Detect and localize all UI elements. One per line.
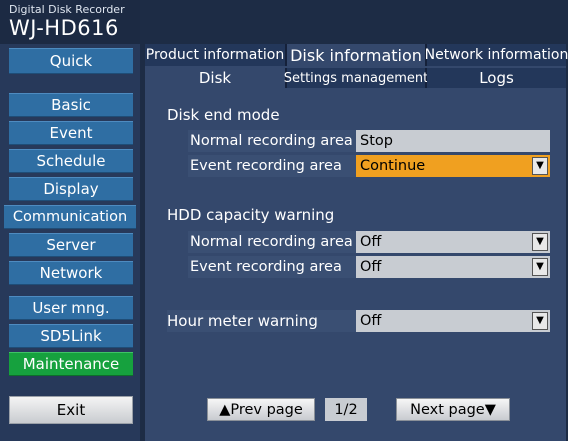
hour-meter-label: Hour meter warning <box>167 310 356 332</box>
nav-communication-button[interactable]: Communication <box>4 205 136 229</box>
hour-meter-select[interactable]: Off ▼ <box>356 310 550 332</box>
tab-logs[interactable]: Logs <box>427 68 566 88</box>
disk-end-event-label: Event recording area <box>188 155 356 177</box>
left-sidebar: Digital Disk Recorder WJ-HD616 Quick Bas… <box>0 0 140 441</box>
hdd-normal-row: Normal recording area Off ▼ <box>188 231 550 253</box>
nav-event-button[interactable]: Event <box>9 121 133 145</box>
nav-network-button[interactable]: Network <box>9 261 133 285</box>
nav-quick-button[interactable]: Quick <box>9 48 133 74</box>
nav-sd5link-button[interactable]: SD5Link <box>9 324 133 348</box>
dropdown-arrow-icon[interactable]: ▼ <box>532 312 548 330</box>
nav-maintenance-button[interactable]: Maintenance <box>9 352 133 376</box>
main-panel: Product information Disk information Net… <box>145 44 568 441</box>
hdd-warning-heading: HDD capacity warning <box>167 206 335 224</box>
tab-disk-information[interactable]: Disk information <box>287 44 427 66</box>
prev-page-button[interactable]: ▲Prev page <box>207 398 315 421</box>
hdd-event-value: Off <box>360 259 382 275</box>
tab-settings-management[interactable]: Settings management <box>284 68 428 88</box>
tab-disk[interactable]: Disk <box>145 68 287 88</box>
hour-meter-value: Off <box>360 313 382 329</box>
hdd-event-row: Event recording area Off ▼ <box>188 256 550 278</box>
next-page-button[interactable]: Next page▼ <box>396 398 510 421</box>
tab-product-information[interactable]: Product information <box>145 44 287 66</box>
disk-end-normal-value: Stop <box>356 130 550 152</box>
hdd-event-select[interactable]: Off ▼ <box>356 256 550 278</box>
brand-subtitle: Digital Disk Recorder <box>9 3 125 16</box>
hdd-normal-value: Off <box>360 234 382 250</box>
dropdown-arrow-icon[interactable]: ▼ <box>532 157 548 175</box>
disk-end-event-row: Event recording area Continue ▼ <box>188 155 550 177</box>
disk-end-event-select[interactable]: Continue ▼ <box>356 155 550 177</box>
dropdown-arrow-icon[interactable]: ▼ <box>532 233 548 251</box>
disk-end-mode-heading: Disk end mode <box>167 106 280 124</box>
disk-end-normal-label: Normal recording area <box>188 130 356 152</box>
hdd-normal-select[interactable]: Off ▼ <box>356 231 550 253</box>
tab-network-information[interactable]: Network information <box>425 44 568 66</box>
disk-end-event-value: Continue <box>360 158 426 174</box>
nav-display-button[interactable]: Display <box>9 177 133 201</box>
primary-tab-bar: Product information Disk information Net… <box>145 44 568 66</box>
dropdown-arrow-icon[interactable]: ▼ <box>532 258 548 276</box>
hdd-normal-label: Normal recording area <box>188 231 356 253</box>
brand-header: Digital Disk Recorder WJ-HD616 <box>0 0 140 44</box>
model-name: WJ-HD616 <box>9 16 119 40</box>
exit-button[interactable]: Exit <box>9 396 133 424</box>
nav-basic-button[interactable]: Basic <box>9 93 133 117</box>
secondary-tab-bar: Disk Settings management Logs <box>145 68 566 88</box>
page-indicator: 1/2 <box>325 398 367 421</box>
disk-end-normal-row: Normal recording area Stop <box>188 130 550 152</box>
nav-server-button[interactable]: Server <box>9 233 133 257</box>
nav-schedule-button[interactable]: Schedule <box>9 149 133 173</box>
nav-user-mng-button[interactable]: User mng. <box>9 296 133 320</box>
hdd-event-label: Event recording area <box>188 256 356 278</box>
